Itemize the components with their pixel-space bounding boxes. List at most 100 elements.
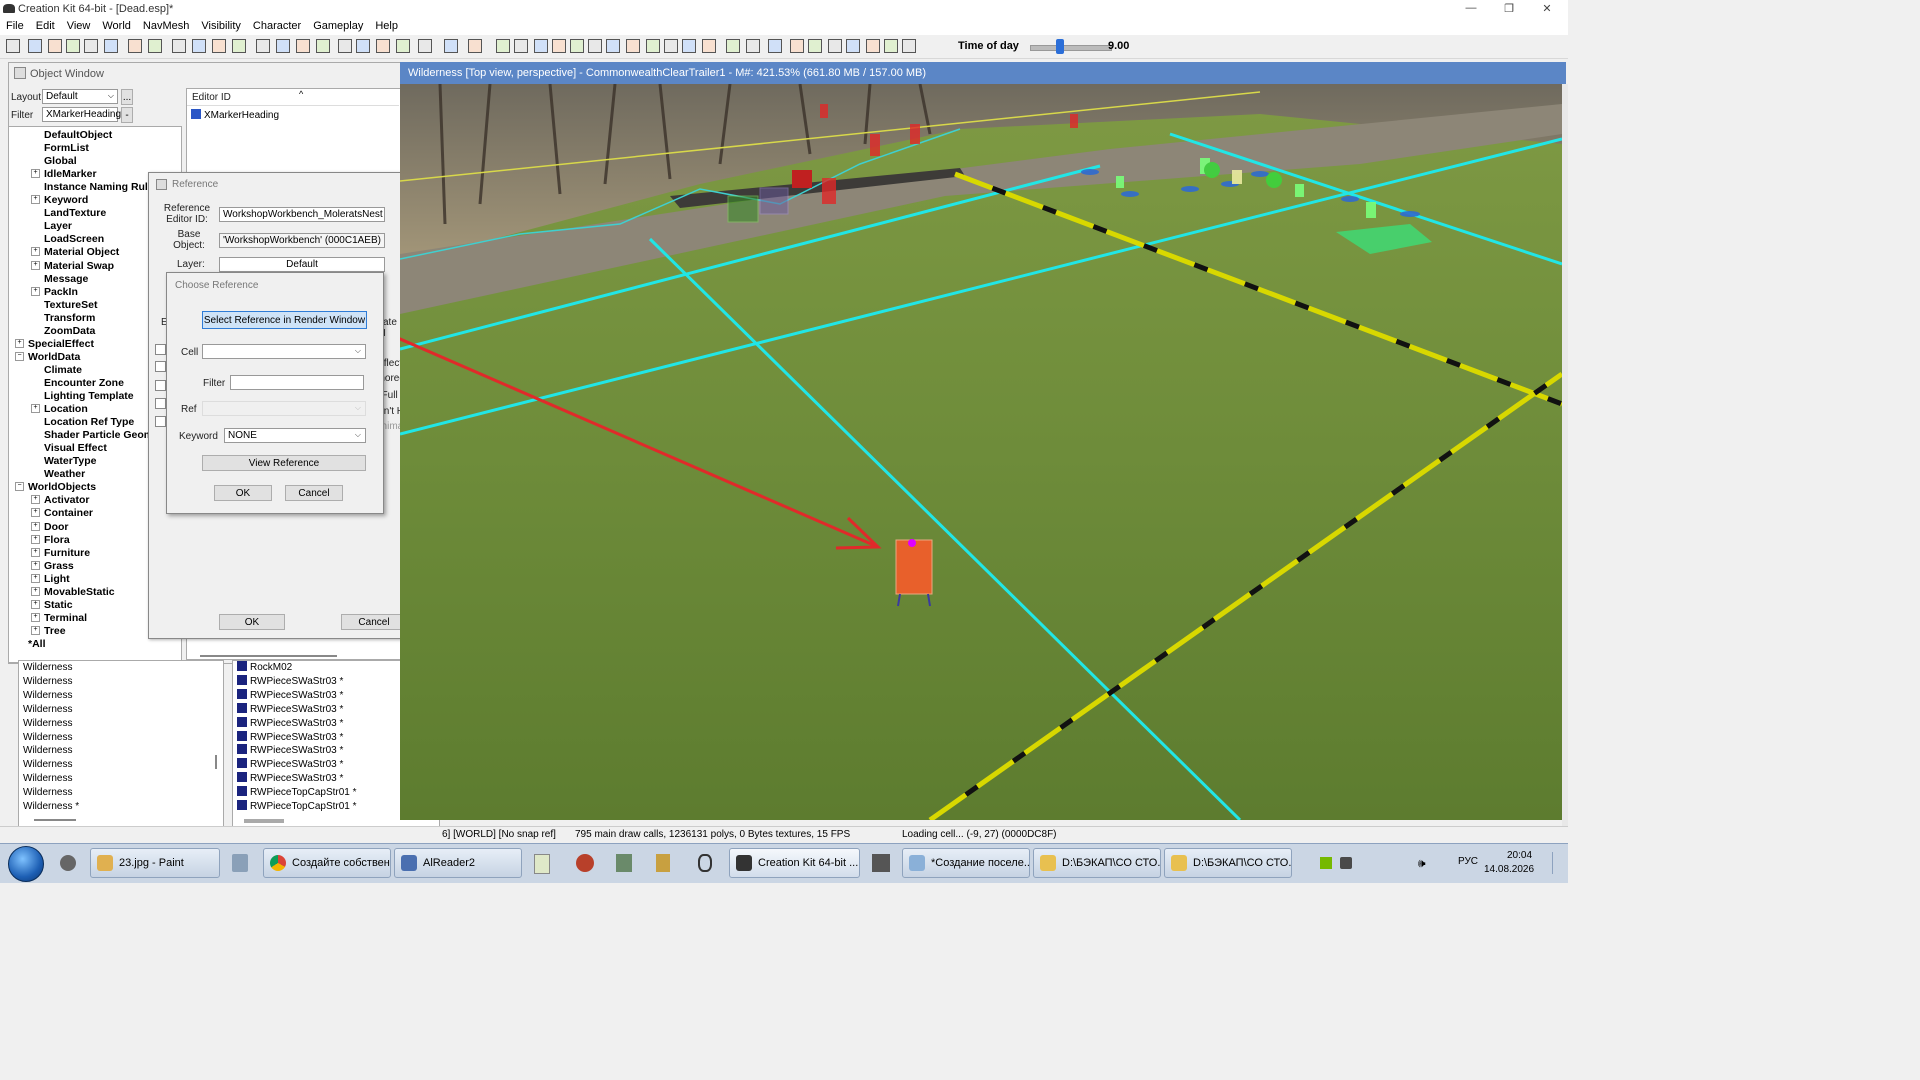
toolbar-tool-icon[interactable] bbox=[846, 39, 860, 53]
tree-item[interactable]: Material Swap bbox=[44, 260, 114, 272]
checkbox[interactable] bbox=[155, 380, 166, 391]
cell-list-item[interactable]: Wilderness bbox=[23, 718, 72, 729]
show-desktop-button[interactable] bbox=[1552, 852, 1563, 874]
tree-expander-icon[interactable]: + bbox=[31, 612, 40, 622]
toolbar-tool-icon[interactable] bbox=[902, 39, 916, 53]
toolbar-tool-icon[interactable] bbox=[570, 39, 584, 53]
toolbar-tool-icon[interactable] bbox=[296, 39, 310, 53]
tree-item[interactable]: Activator bbox=[44, 494, 90, 506]
tree-item[interactable]: Transform bbox=[44, 312, 95, 324]
close-button[interactable]: ✕ bbox=[1532, 2, 1562, 16]
cell-list-item[interactable]: Wilderness * bbox=[23, 801, 79, 812]
toolbar-tool-icon[interactable] bbox=[726, 39, 740, 53]
network-tray-icon[interactable] bbox=[1340, 857, 1352, 869]
toolbar-tool-icon[interactable] bbox=[552, 39, 566, 53]
reference-list-item[interactable]: RWPieceSWaStr03 * bbox=[237, 674, 343, 687]
layer-select[interactable]: Default bbox=[219, 257, 385, 272]
tree-item[interactable]: Door bbox=[44, 521, 69, 533]
render-scene[interactable] bbox=[400, 84, 1562, 820]
reference-list-item[interactable]: RWPieceTopCapStr01 * bbox=[237, 800, 357, 812]
tree-item[interactable]: Global bbox=[44, 155, 77, 167]
cell-list-item[interactable]: Wilderness bbox=[23, 759, 72, 770]
task-document[interactable]: *Создание поселе... bbox=[902, 848, 1030, 878]
cell-list[interactable]: Wilderness Wilderness Wilderness Wilderness… bbox=[18, 660, 224, 828]
tree-item[interactable]: Tree bbox=[44, 625, 66, 637]
toolbar-tool-icon[interactable] bbox=[418, 39, 432, 53]
cell-list-item[interactable]: Wilderness bbox=[23, 676, 72, 687]
reference-list-item[interactable]: RWPieceSWaStr03 * bbox=[237, 688, 343, 701]
tree-item[interactable]: Material Object bbox=[44, 246, 119, 258]
toolbar-tool-icon[interactable] bbox=[646, 39, 660, 53]
reference-list-item[interactable]: RWPieceTopCapStr01 * bbox=[237, 786, 357, 798]
tree-expander-icon[interactable]: + bbox=[31, 573, 40, 583]
toolbar-tool-icon[interactable] bbox=[534, 39, 548, 53]
game-launcher-icon[interactable] bbox=[698, 854, 712, 872]
toolbar-tool-icon[interactable] bbox=[626, 39, 640, 53]
reference-cancel-button[interactable]: Cancel bbox=[341, 614, 407, 630]
toolbar-tool-icon[interactable] bbox=[444, 39, 458, 53]
nvidia-icon[interactable] bbox=[1320, 857, 1332, 869]
tree-item[interactable]: ZoomData bbox=[44, 325, 95, 337]
reference-list-item[interactable]: RWPieceSWaStr03 * bbox=[237, 744, 343, 756]
task-folder-2[interactable]: D:\БЭКАП\СО СТО... bbox=[1164, 848, 1292, 878]
filter-clear-button[interactable]: - bbox=[121, 107, 133, 123]
tree-item[interactable]: Grass bbox=[44, 560, 74, 572]
tree-item[interactable]: TextureSet bbox=[44, 299, 98, 311]
toolbar-tool-icon[interactable] bbox=[232, 39, 246, 53]
editor-id-header[interactable]: Editor ID ^ bbox=[187, 89, 399, 106]
tree-item[interactable]: Furniture bbox=[44, 547, 90, 559]
view-reference-button[interactable]: View Reference bbox=[202, 455, 366, 471]
tree-item[interactable]: WaterType bbox=[44, 455, 97, 467]
toolbar-tool-icon[interactable] bbox=[338, 39, 352, 53]
cell-list-item[interactable]: Wilderness bbox=[23, 745, 72, 756]
scrollbar-thumb[interactable] bbox=[215, 755, 217, 769]
toolbar-tool-icon[interactable] bbox=[192, 39, 206, 53]
tree-expander-icon[interactable]: + bbox=[31, 260, 40, 270]
minimize-button[interactable]: — bbox=[1456, 2, 1486, 16]
tree-item[interactable]: Message bbox=[44, 273, 88, 285]
helmet-icon[interactable] bbox=[576, 854, 594, 872]
toolbar-tool-icon[interactable] bbox=[884, 39, 898, 53]
tree-expander-icon[interactable]: + bbox=[31, 599, 40, 609]
cell-select[interactable]: ⌵ bbox=[202, 344, 366, 359]
task-alreader[interactable]: AlReader2 bbox=[394, 848, 522, 878]
menu-gameplay[interactable]: Gameplay bbox=[307, 18, 369, 32]
tree-item[interactable]: Location bbox=[44, 403, 88, 415]
tree-expander-icon[interactable]: + bbox=[31, 508, 40, 518]
toolbar-tool-icon[interactable] bbox=[212, 39, 226, 53]
tree-item[interactable]: Layer bbox=[44, 220, 72, 232]
menu-edit[interactable]: Edit bbox=[30, 18, 61, 32]
language-indicator[interactable]: РУС bbox=[1458, 856, 1478, 867]
tree-expander-icon[interactable]: + bbox=[15, 338, 24, 348]
horizontal-scrollbar[interactable] bbox=[244, 819, 284, 823]
tree-item[interactable]: Encounter Zone bbox=[44, 377, 124, 389]
menu-view[interactable]: View bbox=[61, 18, 97, 32]
start-button[interactable] bbox=[8, 846, 44, 882]
reference-list-item[interactable]: RWPieceSWaStr03 * bbox=[237, 716, 343, 729]
toolbar-tool-icon[interactable] bbox=[514, 39, 528, 53]
reference-editor-id-input[interactable]: WorkshopWorkbench_MoleratsNest bbox=[219, 207, 385, 222]
toolbar-tool-icon[interactable] bbox=[790, 39, 804, 53]
tree-expander-icon[interactable]: + bbox=[31, 286, 40, 296]
cell-list-item[interactable]: Wilderness bbox=[23, 732, 72, 743]
toolbar-tool-icon[interactable] bbox=[172, 39, 186, 53]
toolbar-tool-icon[interactable] bbox=[66, 39, 80, 53]
tree-item[interactable]: Lighting Template bbox=[44, 390, 134, 402]
checkbox[interactable] bbox=[155, 344, 166, 355]
tree-item[interactable]: LoadScreen bbox=[44, 233, 104, 245]
task-folder-1[interactable]: D:\БЭКАП\СО СТО... bbox=[1033, 848, 1161, 878]
menu-world[interactable]: World bbox=[96, 18, 137, 32]
menu-navmesh[interactable]: NavMesh bbox=[137, 18, 195, 32]
volume-icon[interactable]: 🕪 bbox=[1418, 856, 1426, 871]
horizontal-scrollbar[interactable] bbox=[34, 819, 76, 821]
settings-icon[interactable] bbox=[60, 855, 76, 871]
toolbar-tool-icon[interactable] bbox=[104, 39, 118, 53]
tree-item[interactable]: IdleMarker bbox=[44, 168, 97, 180]
toolbar-tool-icon[interactable] bbox=[356, 39, 370, 53]
cell-list-item[interactable]: Wilderness bbox=[23, 690, 72, 701]
menu-help[interactable]: Help bbox=[369, 18, 404, 32]
tree-item[interactable]: LandTexture bbox=[44, 207, 106, 219]
tree-item[interactable]: Shader Particle Geome bbox=[44, 429, 159, 441]
tree-expander-icon[interactable]: + bbox=[31, 247, 40, 257]
toolbar-tool-icon[interactable] bbox=[84, 39, 98, 53]
